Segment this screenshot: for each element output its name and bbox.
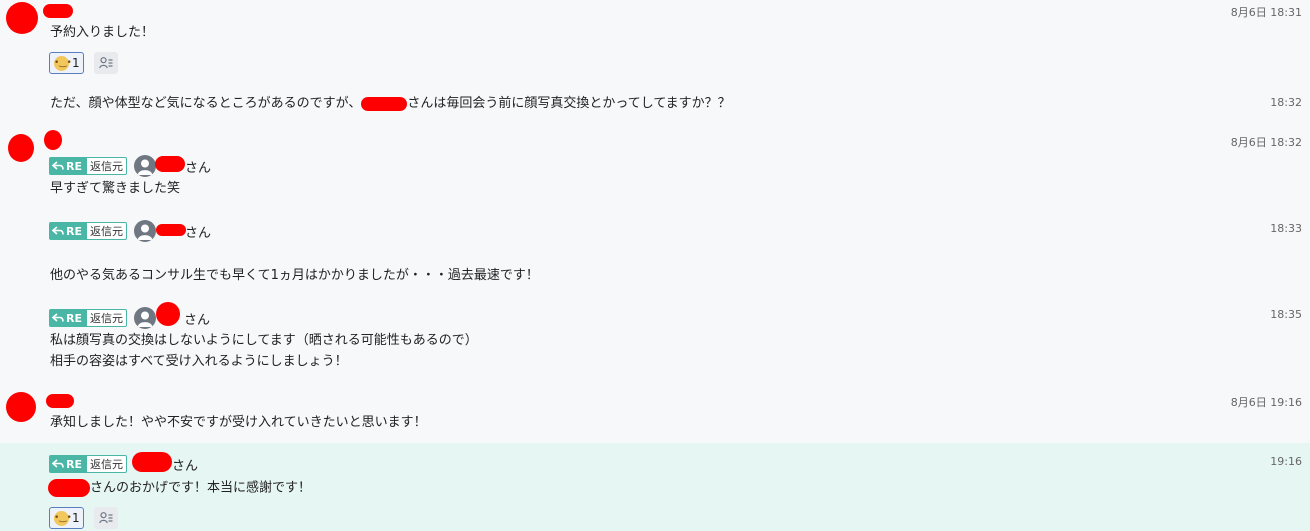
re-text: RE [66, 457, 82, 471]
reply-arrow-icon [52, 161, 64, 170]
redacted-user-name [155, 156, 185, 172]
re-text: RE [66, 159, 82, 173]
reaction-button[interactable]: •‿• 1 [49, 52, 84, 74]
re-text: RE [66, 311, 82, 325]
message-timestamp: 18:32 [1270, 96, 1302, 109]
user-list-icon [99, 512, 113, 524]
message-text: 他のやる気あるコンサル生でも早くて1ヵ月はかかりましたが・・・過去最速です！ [50, 268, 539, 283]
message-timestamp: 8月6日 18:32 [1230, 136, 1302, 149]
honorific-san: さん [172, 459, 199, 474]
user-avatar-icon [134, 155, 156, 177]
reply-label: RE [49, 157, 86, 175]
message-timestamp: 18:35 [1270, 308, 1302, 321]
message-timestamp: 8月6日 19:16 [1230, 396, 1302, 409]
redacted-user-name [132, 452, 172, 472]
avatar[interactable] [6, 2, 38, 34]
reply-reference[interactable]: RE 返信元 [49, 309, 127, 327]
honorific-san: さん [184, 313, 211, 328]
reply-arrow-icon [52, 226, 64, 235]
reply-reference[interactable]: RE 返信元 [49, 222, 127, 240]
message-timestamp: 8月6日 18:31 [1230, 6, 1302, 19]
user-avatar-icon [134, 220, 156, 242]
message-text-before: ただ、顔や体型など気になるところがあるのですが、 [50, 96, 362, 111]
redacted-user-name [43, 4, 73, 18]
message-text-after: さんは毎回会う前に顔写真交換とかってしてますか？？ [407, 96, 731, 111]
reply-source-label: 返信元 [85, 455, 127, 473]
redacted-user-name [361, 96, 408, 111]
reaction-button[interactable]: •‿• 1 [49, 507, 84, 529]
reply-reference[interactable]: RE 返信元 [49, 157, 127, 175]
reply-label: RE [49, 222, 86, 240]
fearful-face-icon: •‿• [54, 55, 72, 71]
reply-source-label: 返信元 [85, 309, 127, 327]
avatar[interactable] [8, 134, 34, 162]
reaction-users-button[interactable] [94, 507, 118, 529]
redacted-user-name [156, 302, 180, 326]
redacted-user-name [46, 394, 74, 408]
reply-label: RE [49, 309, 86, 327]
avatar[interactable] [6, 392, 36, 422]
re-text: RE [66, 224, 82, 238]
fearful-face-icon: •‿• [54, 510, 72, 526]
redacted-user-name [156, 224, 186, 236]
message-text-line1: 私は顔写真の交換はしないようにしてます（晒される可能性もあるので） [50, 333, 478, 348]
reply-arrow-icon [52, 459, 64, 468]
reaction-count: 1 [72, 56, 80, 70]
redacted-user-name [44, 130, 62, 150]
message-text-line2: 相手の容姿はすべて受け入れるようにしましょう！ [50, 354, 348, 369]
reply-source-label: 返信元 [85, 222, 127, 240]
message-text-after: さんのおかげです！本当に感謝です！ [90, 480, 312, 496]
reaction-users-button[interactable] [94, 52, 118, 74]
message-text: 早すぎて驚きました笑 [50, 181, 181, 196]
honorific-san: さん [185, 226, 212, 241]
user-list-icon [99, 57, 113, 69]
reply-label: RE [49, 455, 86, 473]
message-text: ただ、顔や体型など気になるところがあるのですが、 さんは毎回会う前に顔写真交換とか… [50, 95, 731, 113]
user-avatar-icon [134, 307, 156, 329]
reaction-count: 1 [72, 511, 80, 525]
reply-reference[interactable]: RE 返信元 [49, 455, 127, 473]
message-timestamp: 18:33 [1270, 222, 1302, 235]
message-text: 承知しました！やや不安ですが受け入れていきたいと思います！ [50, 415, 427, 430]
message-text: さんのおかげです！本当に感謝です！ [48, 479, 311, 498]
reply-source-label: 返信元 [85, 157, 127, 175]
honorific-san: さん [185, 161, 212, 176]
reply-arrow-icon [52, 313, 64, 322]
message-text: 予約入りました！ [50, 25, 155, 40]
message-timestamp: 19:16 [1270, 455, 1302, 468]
chat-timeline: 8月6日 18:31 予約入りました！ •‿• 1 18:32 ただ、顔や体型な… [0, 0, 1310, 531]
redacted-user-name [48, 479, 90, 497]
